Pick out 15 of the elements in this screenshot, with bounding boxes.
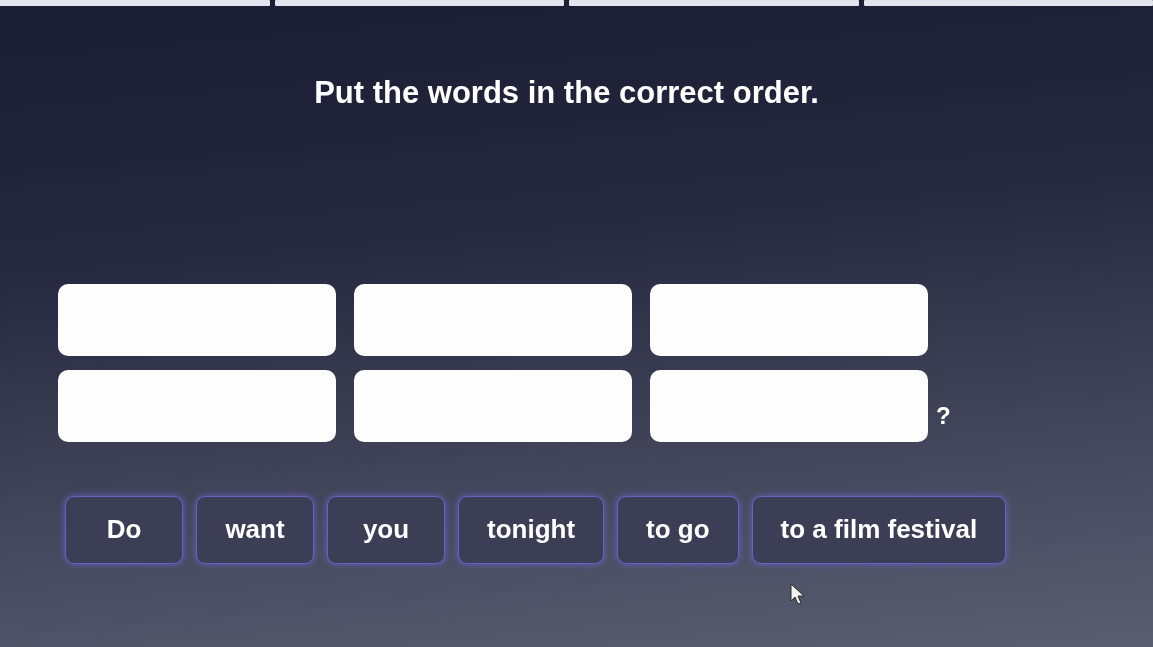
- mouse-pointer-icon: [790, 583, 806, 605]
- word-chip[interactable]: to a film festival: [751, 495, 1007, 564]
- word-chip[interactable]: to go: [617, 495, 739, 564]
- word-chip[interactable]: tonight: [458, 495, 605, 564]
- word-chip[interactable]: Do: [65, 495, 183, 564]
- word-chip[interactable]: you: [327, 495, 445, 564]
- answer-slot[interactable]: [58, 283, 336, 356]
- answer-slot[interactable]: [354, 283, 632, 356]
- word-chip[interactable]: want: [196, 495, 314, 564]
- answer-slot[interactable]: [650, 369, 928, 442]
- instruction-title: Put the words in the correct order.: [314, 74, 819, 112]
- question-mark: ?: [936, 403, 951, 428]
- answer-slot[interactable]: [354, 369, 632, 442]
- answer-slot[interactable]: [58, 369, 336, 442]
- answer-slot[interactable]: [650, 283, 928, 356]
